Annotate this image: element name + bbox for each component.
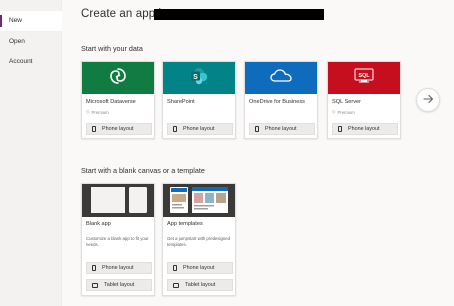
card-title: SQL Server bbox=[332, 99, 362, 105]
diamond-icon: ◇ bbox=[86, 109, 90, 114]
phone-icon bbox=[92, 265, 96, 271]
blank-canvas-icon bbox=[85, 183, 151, 218]
phone-layout-label: Phone layout bbox=[102, 265, 134, 271]
section-start-blank: Start with a blank canvas or a template bbox=[81, 166, 205, 175]
card-description: Get a jumpstart with predesigned templat… bbox=[167, 236, 231, 247]
sharepoint-icon: S bbox=[189, 67, 209, 90]
nav-item-new[interactable]: New bbox=[0, 11, 62, 31]
card-title: Microsoft Dataverse bbox=[86, 99, 136, 105]
card-title: Blank app bbox=[86, 221, 111, 227]
tablet-icon bbox=[92, 282, 98, 288]
diamond-icon: ◇ bbox=[332, 109, 336, 114]
main-content: Create an app in Start with your data Mi… bbox=[62, 0, 454, 306]
tablet-layout-button[interactable]: Tablet layout bbox=[167, 279, 233, 291]
card-title: App templates bbox=[167, 221, 203, 227]
card-blank-app[interactable]: Blank app Customize a blank app to fit y… bbox=[81, 183, 155, 296]
tablet-layout-button[interactable]: Tablet layout bbox=[86, 279, 152, 291]
phone-layout-label: Phone layout bbox=[183, 265, 215, 271]
onedrive-icon bbox=[270, 68, 292, 88]
phone-icon bbox=[173, 265, 177, 271]
premium-label: Premium bbox=[337, 109, 355, 115]
next-arrow-button[interactable] bbox=[416, 88, 440, 112]
tablet-layout-label: Tablet layout bbox=[104, 282, 135, 288]
phone-layout-label: Phone layout bbox=[102, 126, 134, 132]
card-title: OneDrive for Business bbox=[249, 99, 305, 105]
sql-server-icon: SQL bbox=[354, 68, 374, 89]
phone-layout-button[interactable]: Phone layout bbox=[249, 123, 315, 135]
phone-layout-label: Phone layout bbox=[348, 126, 380, 132]
left-nav: New Open Account bbox=[0, 0, 62, 306]
nav-item-open-label: Open bbox=[9, 38, 25, 45]
card-hero: SQL bbox=[328, 62, 400, 94]
card-hero bbox=[245, 62, 317, 94]
nav-item-new-label: New bbox=[9, 17, 23, 24]
svg-text:S: S bbox=[193, 73, 198, 80]
tablet-icon bbox=[173, 282, 179, 288]
phone-icon bbox=[92, 126, 96, 132]
card-onedrive[interactable]: OneDrive for Business Phone layout bbox=[244, 61, 318, 139]
phone-layout-button[interactable]: Phone layout bbox=[332, 123, 398, 135]
premium-label: Premium bbox=[91, 109, 109, 115]
redacted-environment-name bbox=[154, 9, 324, 20]
sql-icon-text: SQL bbox=[358, 72, 370, 78]
card-sql-server[interactable]: SQL SQL Server ◇ Premium Phone layout bbox=[327, 61, 401, 139]
phone-layout-button[interactable]: Phone layout bbox=[86, 123, 152, 135]
phone-layout-label: Phone layout bbox=[183, 126, 215, 132]
tablet-layout-label: Tablet layout bbox=[185, 282, 216, 288]
card-description: Customize a blank app to fit your needs. bbox=[86, 236, 149, 247]
card-hero: S bbox=[163, 62, 235, 94]
nav-item-open[interactable]: Open bbox=[0, 32, 62, 52]
phone-layout-button[interactable]: Phone layout bbox=[86, 262, 152, 274]
nav-item-account-label: Account bbox=[9, 58, 33, 65]
phone-layout-button[interactable]: Phone layout bbox=[167, 262, 233, 274]
card-dataverse[interactable]: Microsoft Dataverse ◇ Premium Phone layo… bbox=[81, 61, 155, 139]
phone-layout-label: Phone layout bbox=[265, 126, 297, 132]
dataverse-icon bbox=[109, 67, 127, 90]
card-sharepoint[interactable]: S SharePoint Phone layout bbox=[162, 61, 236, 139]
section-start-with-data: Start with your data bbox=[81, 44, 143, 53]
phone-icon bbox=[338, 126, 342, 132]
arrow-right-icon bbox=[422, 91, 434, 109]
phone-layout-button[interactable]: Phone layout bbox=[167, 123, 233, 135]
card-app-templates[interactable]: App templates Get a jumpstart with prede… bbox=[162, 183, 236, 296]
card-title: SharePoint bbox=[167, 99, 195, 105]
phone-icon bbox=[173, 126, 177, 132]
card-hero bbox=[82, 184, 154, 217]
card-hero bbox=[82, 62, 154, 94]
templates-preview-icon bbox=[166, 183, 232, 218]
nav-item-account[interactable]: Account bbox=[0, 52, 62, 72]
premium-badge: ◇ Premium bbox=[86, 109, 109, 115]
phone-icon bbox=[255, 126, 259, 132]
card-hero bbox=[163, 184, 235, 217]
premium-badge: ◇ Premium bbox=[332, 109, 355, 115]
